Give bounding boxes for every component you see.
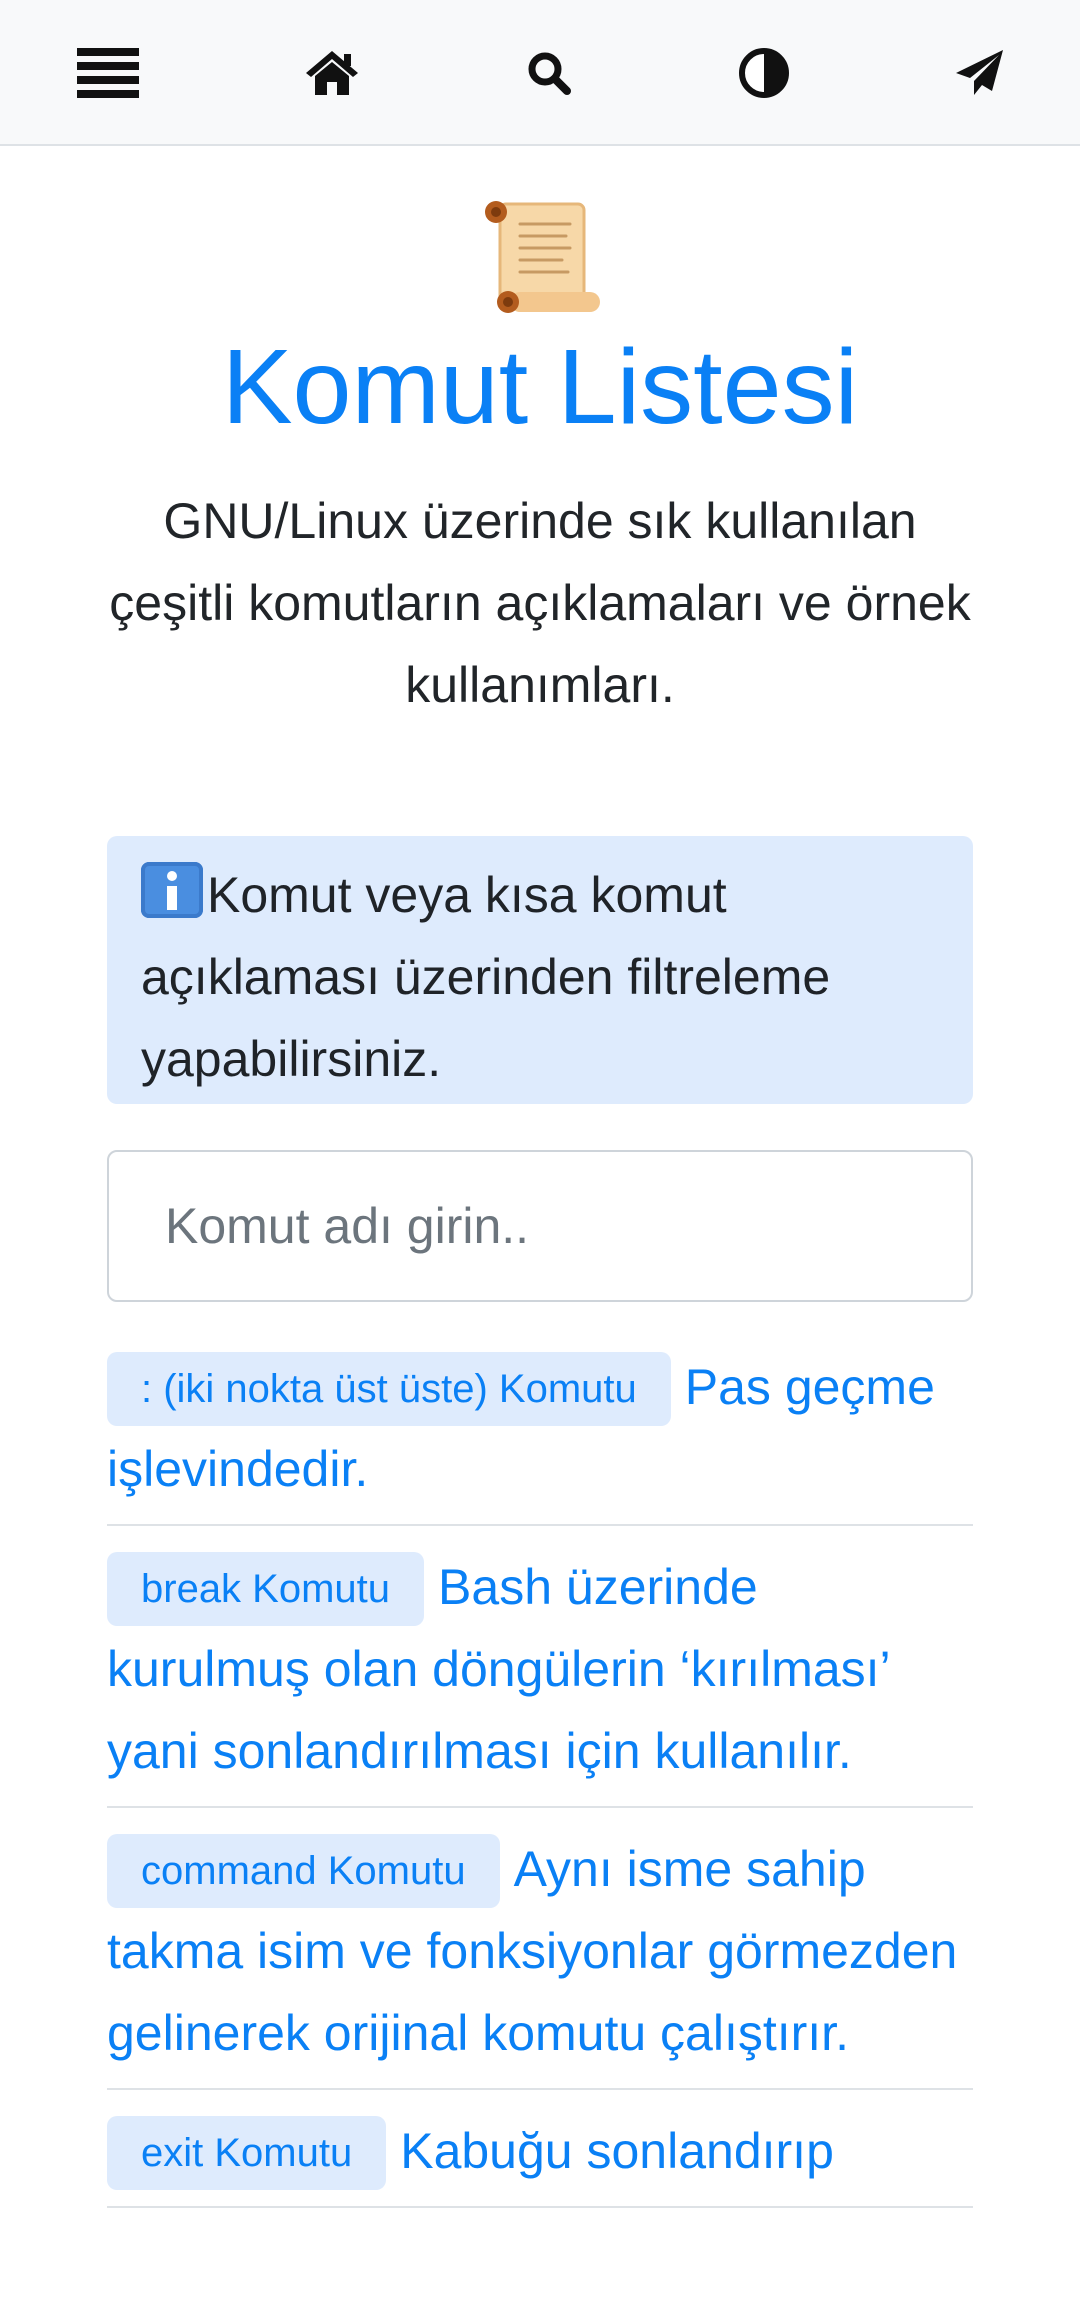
command-list: : (iki nokta üst üste) Komutu Pas geçme i… [107,1346,973,2228]
search-icon [528,52,571,95]
theme-toggle-button[interactable] [724,33,804,113]
command-badge: : (iki nokta üst üste) Komutu [107,1352,671,1426]
send-button[interactable] [940,33,1020,113]
command-search-input[interactable] [107,1150,973,1302]
command-badge: command Komutu [107,1834,500,1908]
home-icon [306,51,358,95]
top-navbar [0,0,1080,146]
bars-icon [77,48,139,98]
home-button[interactable] [292,33,372,113]
info-alert-text: Komut veya kısa komut açıklaması üzerind… [141,867,831,1087]
list-item[interactable]: exit Komutu Kabuğu sonlandırıp [107,2110,973,2208]
adjust-icon [739,48,789,98]
list-item[interactable]: command Komutu Aynı isme sahip takma isim… [107,1828,973,2090]
command-badge: break Komutu [107,1552,425,1626]
info-alert: Komut veya kısa komut açıklaması üzerind… [107,836,973,1104]
search-button[interactable] [509,33,589,113]
menu-button[interactable] [68,33,148,113]
scroll-icon [485,201,600,313]
page-subtitle: GNU/Linux üzerinde sık kullanılan çeşitl… [109,493,971,713]
paper-plane-icon [956,50,1003,95]
command-badge: exit Komutu [107,2116,387,2190]
information-icon [141,862,203,918]
page-title: Komut Listesi [221,328,859,446]
command-description: Kabuğu sonlandırıp [400,2123,834,2179]
list-item[interactable]: : (iki nokta üst üste) Komutu Pas geçme i… [107,1346,973,1526]
list-item[interactable]: break Komutu Bash üzerinde kurulmuş olan … [107,1546,973,1808]
